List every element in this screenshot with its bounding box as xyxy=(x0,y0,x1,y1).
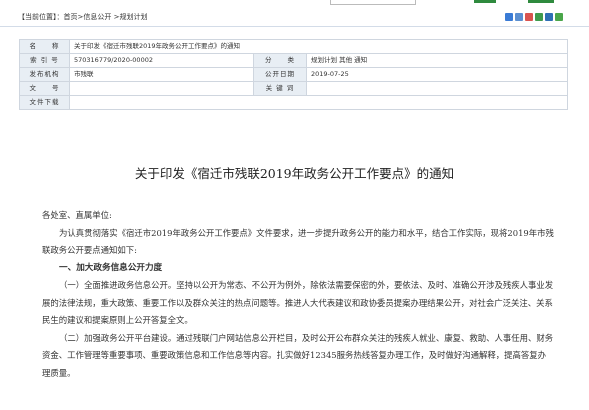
share-icon-6[interactable] xyxy=(555,13,563,21)
date-value: 2019-07-25 xyxy=(306,67,568,82)
name-value: 关于印发《宿迁市残联2019年政务公开工作要点》的通知 xyxy=(69,39,568,54)
share-icon-4[interactable] xyxy=(535,13,543,21)
article-intro: 为认真贯彻落实《宿迁市2019年政务公开工作要点》文件要求，进一步提升政务公开的… xyxy=(42,227,554,256)
download-value[interactable] xyxy=(69,95,568,110)
share-icons xyxy=(505,13,563,21)
breadcrumb-text: 【当前位置】：首页>信息公开 >规划计划 xyxy=(18,8,147,26)
keywords-label: 关 键 词 xyxy=(253,81,307,96)
keywords-value xyxy=(306,81,568,96)
docno-value xyxy=(69,81,254,96)
name-label: 名 称 xyxy=(19,39,70,54)
date-label: 公开日期 xyxy=(253,67,307,82)
top-toolbar xyxy=(0,0,589,5)
breadcrumb: 【当前位置】：首页>信息公开 >规划计划 xyxy=(0,8,589,27)
section-heading-1: 一、加大政务信息公开力度 xyxy=(59,262,163,273)
index-value: 570316779/2020-00002 xyxy=(69,53,254,68)
breadcrumb-path[interactable]: ：首页>信息公开 >规划计划 xyxy=(57,13,148,21)
advanced-search-button[interactable] xyxy=(528,0,554,3)
document-meta-table: 名 称 关于印发《宿迁市残联2019年政务公开工作要点》的通知 索 引 号 57… xyxy=(19,39,568,110)
share-icon-3[interactable] xyxy=(525,13,533,21)
category-label: 分 类 xyxy=(253,53,307,68)
article-salutation: 各处室、直属单位: xyxy=(42,210,112,220)
publisher-label: 发布机构 xyxy=(19,67,70,82)
publisher-value: 市残联 xyxy=(69,67,254,82)
article-body: 各处室、直属单位: 为认真贯彻落实《宿迁市2019年政务公开工作要点》文件要求，… xyxy=(42,207,554,382)
share-icon-5[interactable] xyxy=(545,13,553,21)
search-input[interactable] xyxy=(330,0,416,5)
index-label: 索 引 号 xyxy=(19,53,70,68)
share-icon-1[interactable] xyxy=(505,13,513,21)
breadcrumb-location-label: 【当前位置】 xyxy=(18,13,57,21)
download-label: 文件下载 xyxy=(19,95,70,110)
category-value: 规划计划 其他 通知 xyxy=(306,53,568,68)
docno-label: 文 号 xyxy=(19,81,70,96)
search-button[interactable] xyxy=(474,0,496,3)
article-paragraph-1: （一）全面推进政务信息公开。坚持以公开为常态、不公开为例外，除依法需要保密的外，… xyxy=(42,280,554,325)
article-paragraph-2: （二）加强政务公开平台建设。通过残联门户网站信息公开栏目，及时公开公布群众关注的… xyxy=(42,332,554,378)
article-title: 关于印发《宿迁市残联2019年政务公开工作要点》的通知 xyxy=(134,166,455,181)
share-icon-2[interactable] xyxy=(515,13,523,21)
